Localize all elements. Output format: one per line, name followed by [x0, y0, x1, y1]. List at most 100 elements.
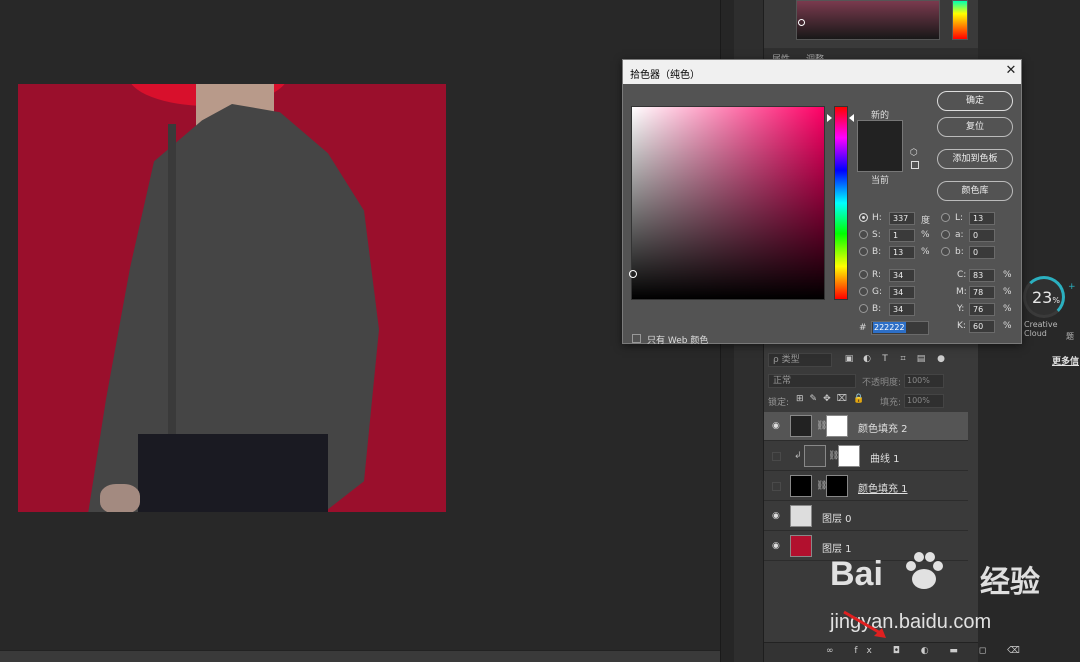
web-only-label: 只有 Web 颜色 — [647, 336, 709, 346]
radio-a[interactable] — [941, 230, 950, 239]
saturation-brightness-field[interactable] — [629, 106, 825, 300]
eye-icon[interactable]: ◉ — [772, 421, 782, 431]
c-input[interactable]: 83 — [969, 269, 995, 282]
a-input[interactable]: 0 — [969, 229, 995, 242]
layer-filter-select[interactable]: ρ 类型 — [768, 353, 832, 367]
lock-icons[interactable]: ⊞✎✥⌧🔒 — [796, 394, 870, 404]
color-picker-dialog: 拾色器（纯色） ✕ 新的 当前 ⬡ 确定 复位 添加到色板 颜色库 H: 337… — [622, 59, 1022, 346]
layer-thumbnail — [790, 505, 812, 527]
radio-lab-b[interactable] — [941, 247, 950, 256]
lab-b-input[interactable]: 0 — [969, 246, 995, 259]
k-input[interactable]: 60 — [969, 320, 995, 333]
m-input[interactable]: 78 — [969, 286, 995, 299]
c-label: C: — [957, 270, 967, 280]
fill-input[interactable]: 100% — [904, 394, 944, 408]
layer-name[interactable]: 颜色填充 1 — [858, 480, 908, 495]
l-input[interactable]: 13 — [969, 212, 995, 225]
layers-bottom-icons[interactable]: ∞ fx ◘ ◐ ▬ ◻ ⌫ — [826, 646, 1029, 656]
eye-icon[interactable]: ◉ — [772, 511, 782, 521]
opacity-label: 不透明度: — [862, 378, 902, 388]
m-label: M: — [956, 287, 967, 297]
new-color-swatch — [857, 120, 903, 146]
color-panel-gradient[interactable] — [796, 0, 940, 40]
curves-adjustment-icon — [804, 445, 826, 467]
web-safe-icon[interactable] — [911, 161, 919, 169]
web-only-checkbox[interactable] — [632, 334, 641, 343]
radio-h[interactable] — [859, 213, 868, 222]
b-label: B: — [872, 247, 882, 257]
close-icon[interactable]: ✕ — [1003, 63, 1019, 79]
layer-thumbnail — [790, 535, 812, 557]
eye-off-icon[interactable] — [772, 452, 781, 461]
blue-input[interactable]: 34 — [889, 303, 915, 316]
layer-name[interactable]: 曲线 1 — [870, 450, 900, 465]
layer-mask-thumbnail[interactable] — [838, 445, 860, 467]
color-field-marker[interactable] — [629, 270, 637, 278]
color-panel-hue[interactable] — [952, 0, 968, 40]
r-input[interactable]: 34 — [889, 269, 915, 282]
blend-mode-select[interactable]: 正常 — [768, 374, 856, 388]
paw-icon — [906, 552, 943, 589]
radio-s[interactable] — [859, 230, 868, 239]
h-input[interactable]: 337 — [889, 212, 915, 225]
shape-filter-icon[interactable]: ⌗ — [898, 354, 908, 364]
h-label: H: — [872, 213, 882, 223]
radio-b[interactable] — [859, 247, 868, 256]
eye-icon[interactable]: ◉ — [772, 541, 782, 551]
plus-icon[interactable]: + — [1068, 282, 1076, 292]
smart-filter-icon[interactable]: ▤ — [916, 354, 926, 364]
y-input[interactable]: 76 — [969, 303, 995, 316]
creative-cloud-percent: 23% — [1032, 288, 1060, 307]
color-panel-marker[interactable] — [798, 19, 805, 26]
radio-r[interactable] — [859, 270, 868, 279]
current-color-swatch[interactable] — [857, 146, 903, 172]
canvas-workspace[interactable] — [0, 0, 720, 650]
g-label: G: — [872, 287, 883, 297]
k-label: K: — [957, 321, 966, 331]
opacity-input[interactable]: 100% — [904, 374, 944, 388]
adjustment-filter-icon[interactable]: ◐ — [862, 354, 872, 364]
dialog-title: 拾色器（纯色） — [630, 70, 700, 81]
document-canvas[interactable] — [18, 84, 446, 512]
b-input[interactable]: 13 — [889, 246, 915, 259]
layer-row[interactable]: ◉ ⛓ 颜色填充 2 — [764, 412, 968, 441]
add-to-swatches-button[interactable]: 添加到色板 — [937, 149, 1013, 169]
layer-name[interactable]: 图层 0 — [822, 510, 852, 525]
reset-button[interactable]: 复位 — [937, 117, 1013, 137]
lab-b-label: b: — [955, 247, 964, 257]
horizontal-scrollbar[interactable] — [0, 650, 720, 662]
hue-slider[interactable] — [834, 106, 848, 300]
layer-row[interactable]: ↲ ⛓ 曲线 1 — [764, 442, 968, 471]
g-input[interactable]: 34 — [889, 286, 915, 299]
ok-button[interactable]: 确定 — [937, 91, 1013, 111]
y-unit: % — [1003, 304, 1012, 314]
layer-row[interactable]: ◉ 图层 0 — [764, 502, 968, 531]
hex-value[interactable]: 222222 — [873, 322, 906, 333]
radio-g[interactable] — [859, 287, 868, 296]
hand-shape — [100, 484, 140, 512]
layer-row[interactable]: ⛓ 颜色填充 1 — [764, 472, 968, 501]
hue-slider-right-arrow[interactable] — [849, 114, 854, 122]
dialog-body: 新的 当前 ⬡ 确定 复位 添加到色板 颜色库 H: 337 度 S: 1 % … — [623, 84, 1021, 346]
l-label: L: — [955, 213, 964, 223]
photoshop-window: { "dialog": { "title": "拾色器（纯色）", "close… — [0, 0, 1080, 662]
layer-mask-thumbnail[interactable] — [826, 475, 848, 497]
filter-toggle-icon[interactable]: ● — [936, 354, 946, 364]
s-input[interactable]: 1 — [889, 229, 915, 242]
h-unit: 度 — [921, 216, 931, 226]
cube-icon[interactable]: ⬡ — [910, 148, 918, 158]
k-unit: % — [1003, 321, 1012, 331]
color-libraries-button[interactable]: 颜色库 — [937, 181, 1013, 201]
type-filter-icon[interactable]: T — [880, 354, 890, 364]
eye-off-icon[interactable] — [772, 482, 781, 491]
s-unit: % — [921, 230, 930, 240]
pixel-filter-icon[interactable]: ▣ — [844, 354, 854, 364]
more-info-link[interactable]: 更多信 — [1052, 354, 1079, 367]
radio-l[interactable] — [941, 213, 950, 222]
pants-shape — [138, 434, 328, 512]
layer-mask-thumbnail[interactable] — [826, 415, 848, 437]
layer-name[interactable]: 颜色填充 2 — [858, 420, 908, 435]
radio-blue[interactable] — [859, 304, 868, 313]
watermark-brand-left: Bai — [830, 555, 883, 593]
hue-slider-left-arrow[interactable] — [827, 114, 832, 122]
